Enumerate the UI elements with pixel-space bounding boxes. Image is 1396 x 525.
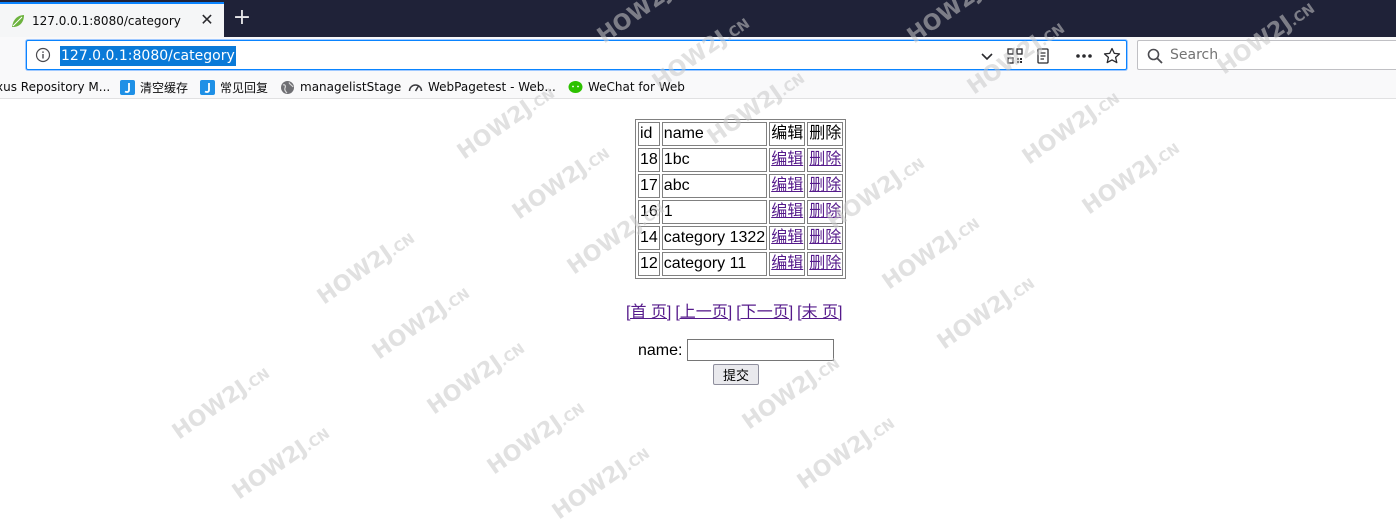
close-tab-icon[interactable]: ✕ bbox=[198, 11, 216, 29]
bookmark-label: 清空缓存 bbox=[140, 80, 189, 95]
edit-link[interactable]: 编辑 bbox=[771, 203, 803, 220]
qr-code-icon[interactable] bbox=[1005, 46, 1025, 66]
next-page-link[interactable]: [下一页] bbox=[736, 304, 793, 321]
bookmark-wechat[interactable]: WeChat for Web bbox=[568, 78, 685, 96]
prev-page-link[interactable]: [上一页] bbox=[675, 304, 732, 321]
bookmark-label: 常见回复 bbox=[220, 80, 269, 95]
page-content: id name 编辑 删除 18 1bc 编辑 删除 17 abc 编辑 删除 … bbox=[0, 100, 1396, 503]
submit-button[interactable]: 提交 bbox=[713, 364, 759, 385]
cell-name: 1bc bbox=[661, 148, 768, 172]
cell-delete: 删除 bbox=[807, 148, 844, 172]
bookmark-label: managelistStage bbox=[300, 80, 402, 94]
column-header-id: id bbox=[638, 122, 660, 146]
cell-id: 18 bbox=[638, 148, 660, 172]
bookmark-common-replies[interactable]: 常见回复 bbox=[200, 78, 268, 96]
bookmark-clear-cache[interactable]: 清空缓存 bbox=[120, 78, 188, 96]
edit-link[interactable]: 编辑 bbox=[771, 255, 803, 272]
bookmark-star-icon[interactable] bbox=[1102, 46, 1122, 66]
tab-strip: 127.0.0.1:8080/category ✕ + bbox=[0, 0, 1396, 37]
cell-id: 14 bbox=[638, 226, 660, 250]
navigation-bar: 127.0.0.1:8080/category Search bbox=[0, 37, 1396, 74]
table-header-row: id name 编辑 删除 bbox=[638, 122, 844, 146]
globe-icon bbox=[281, 80, 294, 94]
cell-delete: 删除 bbox=[807, 252, 844, 276]
j-bookmark-icon bbox=[120, 79, 135, 95]
cell-id: 12 bbox=[638, 252, 660, 276]
last-page-link[interactable]: [末 页] bbox=[797, 304, 842, 321]
bookmarks-bar: xus Repository M... 清空缓存 常见回复 managelist… bbox=[0, 74, 1396, 99]
bookmark-label: xus Repository M... bbox=[0, 80, 111, 94]
more-actions-icon[interactable] bbox=[1074, 46, 1094, 66]
delete-link[interactable]: 删除 bbox=[809, 177, 841, 194]
cell-edit: 编辑 bbox=[769, 200, 806, 224]
delete-link[interactable]: 删除 bbox=[809, 151, 841, 168]
name-input[interactable] bbox=[687, 339, 834, 361]
cell-id: 17 bbox=[638, 174, 660, 198]
cell-edit: 编辑 bbox=[769, 148, 806, 172]
table-row: 12 category 11 编辑 删除 bbox=[638, 252, 844, 276]
bookmark-label: WeChat for Web bbox=[588, 80, 685, 94]
cell-delete: 删除 bbox=[807, 200, 844, 224]
j-bookmark-icon bbox=[200, 79, 215, 95]
cell-edit: 编辑 bbox=[769, 226, 806, 250]
browser-tab[interactable]: 127.0.0.1:8080/category ✕ bbox=[0, 2, 224, 37]
column-header-delete: 删除 bbox=[807, 122, 844, 146]
tab-title: 127.0.0.1:8080/category bbox=[32, 13, 181, 28]
table-row: 18 1bc 编辑 删除 bbox=[638, 148, 844, 172]
cell-delete: 删除 bbox=[807, 226, 844, 250]
first-page-link[interactable]: [首 页] bbox=[626, 304, 671, 321]
url-text[interactable]: 127.0.0.1:8080/category bbox=[60, 46, 236, 66]
column-header-edit: 编辑 bbox=[769, 122, 806, 146]
delete-link[interactable]: 删除 bbox=[809, 203, 841, 220]
bookmark-nexus[interactable]: xus Repository M... bbox=[0, 78, 110, 96]
delete-link[interactable]: 删除 bbox=[809, 229, 841, 246]
name-label: name: bbox=[638, 342, 683, 359]
reader-view-icon[interactable] bbox=[1033, 46, 1053, 66]
chevron-down-icon[interactable] bbox=[977, 46, 997, 66]
info-icon[interactable] bbox=[35, 47, 51, 63]
table-row: 17 abc 编辑 删除 bbox=[638, 174, 844, 198]
edit-link[interactable]: 编辑 bbox=[771, 229, 803, 246]
cell-delete: 删除 bbox=[807, 174, 844, 198]
cell-edit: 编辑 bbox=[769, 174, 806, 198]
url-bar[interactable]: 127.0.0.1:8080/category bbox=[26, 40, 1127, 70]
pagination: [首 页] [上一页] [下一页] [末 页] bbox=[626, 298, 847, 322]
table-row: 16 1 编辑 删除 bbox=[638, 200, 844, 224]
edit-link[interactable]: 编辑 bbox=[771, 151, 803, 168]
cell-edit: 编辑 bbox=[769, 252, 806, 276]
search-placeholder[interactable]: Search bbox=[1170, 47, 1218, 63]
speedometer-icon bbox=[408, 83, 423, 91]
spring-leaf-icon bbox=[12, 14, 24, 27]
wechat-icon bbox=[568, 80, 583, 93]
cell-name: category 1322 bbox=[661, 226, 768, 250]
cell-name: abc bbox=[661, 174, 768, 198]
cell-id: 16 bbox=[638, 200, 660, 224]
search-bar[interactable]: Search bbox=[1137, 40, 1396, 70]
category-table: id name 编辑 删除 18 1bc 编辑 删除 17 abc 编辑 删除 … bbox=[635, 119, 847, 279]
bookmark-webpagetest[interactable]: WebPagetest - Web... bbox=[408, 78, 556, 96]
new-tab-button[interactable]: + bbox=[230, 5, 254, 31]
edit-link[interactable]: 编辑 bbox=[771, 177, 803, 194]
table-row: 14 category 1322 编辑 删除 bbox=[638, 226, 844, 250]
bookmark-managelist[interactable]: managelistStage bbox=[280, 78, 401, 96]
cell-name: 1 bbox=[661, 200, 768, 224]
cell-name: category 11 bbox=[661, 252, 768, 276]
column-header-name: name bbox=[661, 122, 768, 146]
search-icon bbox=[1147, 48, 1163, 64]
delete-link[interactable]: 删除 bbox=[809, 255, 841, 272]
bookmark-label: WebPagetest - Web... bbox=[428, 80, 556, 94]
